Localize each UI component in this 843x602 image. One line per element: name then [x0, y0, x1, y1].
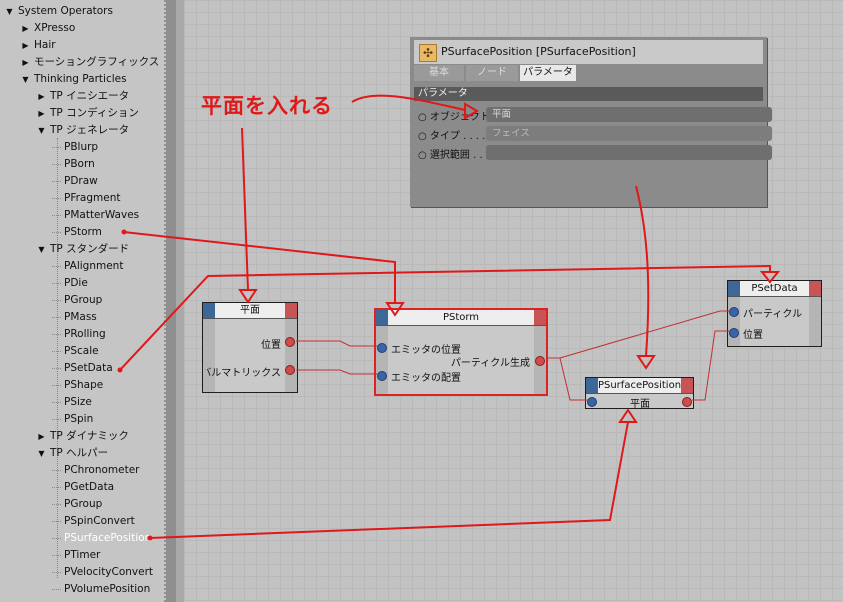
- wire-matrix-to-emitter-alignment: [296, 369, 378, 375]
- wire-birth-to-surface-in: [546, 357, 588, 401]
- wire-position-to-emitter-position: [296, 340, 378, 347]
- wires-and-annotations: [117, 94, 781, 541]
- wire-birth-to-setdata-particle: [546, 310, 730, 359]
- node-wires: [296, 310, 730, 401]
- annotation-arrows: [119, 94, 781, 539]
- wire-surface-to-setdata-position: [692, 330, 730, 401]
